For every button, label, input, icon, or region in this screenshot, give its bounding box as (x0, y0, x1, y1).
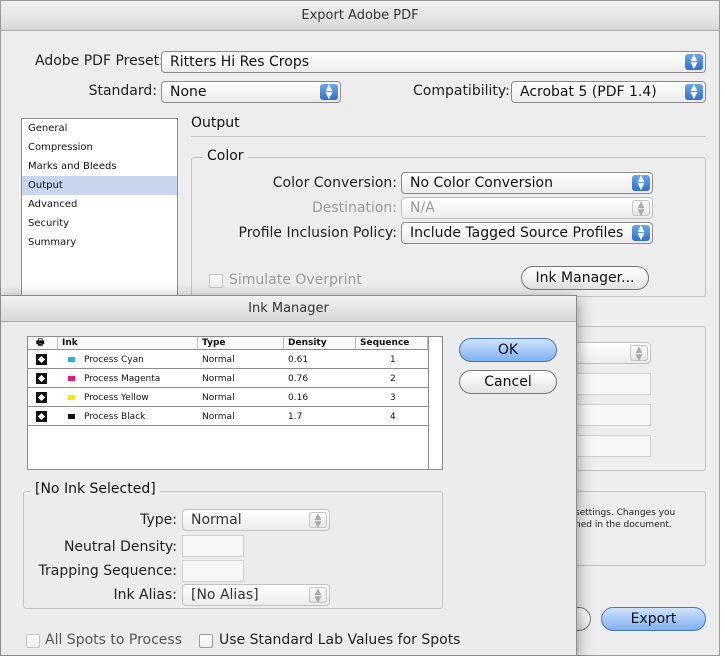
column-header-density[interactable]: Density (284, 337, 356, 350)
updown-arrow-icon: ▲ ▼ (632, 200, 650, 218)
ink-name: Process Yellow (84, 393, 149, 403)
updown-arrow-icon: ▲ ▼ (320, 84, 338, 101)
type-label: Type: (140, 512, 177, 528)
ink-density: 0.61 (288, 355, 309, 365)
printer-icon: 🖶 (36, 338, 45, 348)
standard-lab-values-label: Use Standard Lab Values for Spots (219, 632, 461, 648)
magenta-swatch-icon (68, 376, 75, 381)
ink-type: Normal (202, 393, 235, 403)
sidebar-item-general[interactable]: General (22, 119, 177, 138)
trapping-sequence-field[interactable] (182, 560, 244, 582)
ink-sequence: 2 (390, 374, 396, 384)
ink-alias-label: Ink Alias: (113, 587, 177, 603)
section-title: Output (191, 115, 240, 131)
ok-button[interactable]: OK (459, 338, 557, 362)
profile-inclusion-select[interactable]: Include Tagged Source Profiles ▲ ▼ (401, 222, 653, 244)
color-group-title: Color (203, 148, 248, 164)
all-spots-to-process-checkbox[interactable] (26, 634, 40, 648)
standard-label: Standard: (88, 83, 157, 99)
description-line-1: settings. Changes you (575, 508, 676, 518)
yellow-swatch-icon (68, 395, 75, 400)
updown-arrow-icon: ▲ ▼ (630, 345, 648, 363)
ink-name: Process Black (84, 412, 146, 422)
standard-select[interactable]: None ▲ ▼ (161, 81, 341, 103)
preset-label: Adobe PDF Preset: (35, 53, 164, 69)
ink-settings-title: [No Ink Selected] (31, 481, 160, 497)
ink-sequence: 1 (390, 355, 396, 365)
ink-type: Normal (202, 374, 235, 384)
sidebar-item-marks-and-bleeds[interactable]: Marks and Bleeds (22, 157, 177, 176)
export-dialog-title: Export Adobe PDF (1, 1, 719, 31)
table-row[interactable]: Process Cyan Normal 0.61 1 (28, 351, 428, 369)
updown-arrow-icon: ▲ ▼ (685, 54, 703, 71)
sidebar-item-security[interactable]: Security (22, 214, 177, 233)
column-header-sequence[interactable]: Sequence (356, 337, 428, 350)
ink-alias-select[interactable]: [No Alias] ▲ ▼ (182, 584, 330, 606)
ink-manager-button[interactable]: Ink Manager... (521, 266, 649, 290)
simulate-overprint-label: Simulate Overprint (229, 272, 362, 288)
updown-arrow-icon: ▲ ▼ (632, 175, 650, 192)
table-row[interactable]: Process Yellow Normal 0.16 3 (28, 389, 428, 407)
updown-arrow-icon: ▲ ▼ (632, 225, 650, 242)
print-ink-icon[interactable] (36, 354, 47, 365)
ink-sequence: 4 (390, 412, 396, 422)
ink-name: Process Cyan (84, 355, 144, 365)
neutral-density-label: Neutral Density: (63, 539, 177, 555)
standard-lab-values-checkbox[interactable] (199, 634, 213, 648)
table-row[interactable]: Process Magenta Normal 0.76 2 (28, 370, 428, 388)
standard-value: None (170, 84, 207, 100)
sidebar-item-advanced[interactable]: Advanced (22, 195, 177, 214)
type-value: Normal (191, 512, 242, 528)
all-spots-to-process-label: All Spots to Process (45, 632, 182, 648)
preset-select[interactable]: Ritters Hi Res Crops ▲ ▼ (161, 51, 706, 73)
trapping-sequence-label: Trapping Sequence: (38, 563, 177, 579)
table-scrollbar[interactable] (428, 337, 442, 469)
section-divider (191, 136, 706, 137)
ink-density: 1.7 (288, 412, 303, 422)
sidebar-item-summary[interactable]: Summary (22, 233, 177, 252)
compatibility-value: Acrobat 5 (PDF 1.4) (520, 84, 657, 100)
updown-arrow-icon: ▲ ▼ (309, 512, 327, 530)
preset-value: Ritters Hi Res Crops (170, 54, 310, 70)
profile-inclusion-value: Include Tagged Source Profiles (410, 225, 624, 241)
ink-alias-value: [No Alias] (191, 587, 259, 603)
column-header-ink[interactable]: Ink (58, 337, 198, 350)
ink-type: Normal (202, 412, 235, 422)
sidebar-item-output[interactable]: Output (22, 176, 177, 195)
destination-select[interactable]: N/A ▲ ▼ (401, 197, 653, 219)
updown-arrow-icon: ▲ ▼ (685, 84, 703, 101)
destination-label: Destination: (311, 200, 397, 216)
ink-type: Normal (202, 355, 235, 365)
profile-inclusion-label: Profile Inclusion Policy: (238, 225, 397, 241)
color-conversion-select[interactable]: No Color Conversion ▲ ▼ (401, 172, 653, 194)
print-ink-icon[interactable] (36, 373, 47, 384)
compatibility-select[interactable]: Acrobat 5 (PDF 1.4) ▲ ▼ (511, 81, 706, 103)
print-ink-icon[interactable] (36, 392, 47, 403)
print-ink-icon[interactable] (36, 411, 47, 422)
compatibility-label: Compatibility: (413, 83, 510, 99)
sidebar-item-compression[interactable]: Compression (22, 138, 177, 157)
ink-name: Process Magenta (84, 374, 161, 384)
ink-sequence: 3 (390, 393, 396, 403)
ink-manager-title: Ink Manager (1, 296, 576, 322)
simulate-overprint-checkbox[interactable] (209, 274, 223, 288)
neutral-density-field[interactable] (182, 535, 244, 557)
black-swatch-icon (68, 414, 75, 419)
destination-value: N/A (410, 200, 435, 216)
ink-density: 0.76 (288, 374, 309, 384)
color-conversion-label: Color Conversion: (272, 175, 397, 191)
ink-table: 🖶 Ink Type Density Sequence Process Cyan… (27, 336, 443, 470)
ink-density: 0.16 (288, 393, 309, 403)
type-select[interactable]: Normal ▲ ▼ (182, 509, 330, 531)
export-button[interactable]: Export (601, 607, 706, 631)
column-header-type[interactable]: Type (198, 337, 284, 350)
updown-arrow-icon: ▲ ▼ (309, 587, 327, 605)
print-column-header: 🖶 (28, 337, 58, 350)
description-line-2: ned in the document. (575, 520, 672, 530)
table-row[interactable]: Process Black Normal 1.7 4 (28, 408, 428, 426)
cancel-button[interactable]: Cancel (459, 370, 557, 394)
cyan-swatch-icon (68, 357, 75, 362)
ink-manager-dialog: Ink Manager 🖶 Ink Type Density Sequence … (0, 295, 577, 656)
color-conversion-value: No Color Conversion (410, 175, 553, 191)
